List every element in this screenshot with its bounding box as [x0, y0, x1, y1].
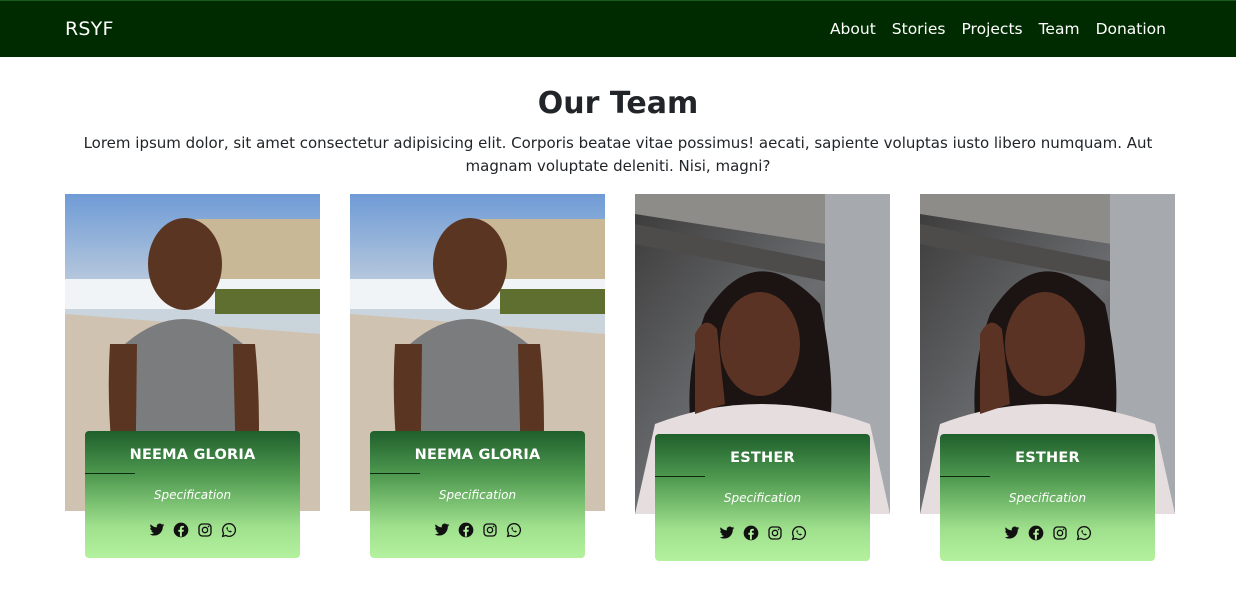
instagram-icon[interactable]: [197, 522, 213, 538]
nav-link-team[interactable]: Team: [1039, 20, 1080, 38]
twitter-icon[interactable]: [719, 525, 735, 541]
member-name: NEEMA GLORIA: [129, 447, 256, 463]
member-name: ESTHER: [1015, 450, 1080, 466]
facebook-icon[interactable]: [458, 522, 474, 538]
whatsapp-icon[interactable]: [221, 522, 237, 538]
social-links: [940, 525, 1155, 541]
divider: [85, 473, 135, 474]
team-member-card: ESTHER Specification: [940, 434, 1155, 561]
nav-link-donation[interactable]: Donation: [1096, 20, 1166, 38]
instagram-icon[interactable]: [767, 525, 783, 541]
member-role: Specification: [723, 491, 802, 505]
facebook-icon[interactable]: [173, 522, 189, 538]
social-links: [85, 522, 300, 538]
member-role: Specification: [438, 488, 517, 502]
social-links: [655, 525, 870, 541]
team-member-card: ESTHER Specification: [655, 434, 870, 561]
nav-link-stories[interactable]: Stories: [892, 20, 946, 38]
team-member-card: NEEMA GLORIA Specification: [85, 431, 300, 558]
facebook-icon[interactable]: [1028, 525, 1044, 541]
twitter-icon[interactable]: [434, 522, 450, 538]
section-title: Our Team: [537, 86, 699, 121]
nav-link-about[interactable]: About: [830, 20, 876, 38]
divider: [370, 473, 420, 474]
section-description: Lorem ipsum dolor, sit amet consectetur …: [83, 134, 1153, 175]
twitter-icon[interactable]: [1004, 525, 1020, 541]
brand-logo[interactable]: RSYF: [65, 18, 114, 40]
team-member-card: NEEMA GLORIA Specification: [370, 431, 585, 558]
whatsapp-icon[interactable]: [791, 525, 807, 541]
nav-links: About Stories Projects Team Donation: [830, 20, 1166, 38]
instagram-icon[interactable]: [482, 522, 498, 538]
divider: [655, 476, 705, 477]
social-links: [370, 522, 585, 538]
top-navbar: RSYF About Stories Projects Team Donatio…: [0, 0, 1236, 57]
whatsapp-icon[interactable]: [506, 522, 522, 538]
nav-link-projects[interactable]: Projects: [961, 20, 1022, 38]
divider: [940, 476, 990, 477]
whatsapp-icon[interactable]: [1076, 525, 1092, 541]
twitter-icon[interactable]: [149, 522, 165, 538]
member-role: Specification: [153, 488, 232, 502]
member-role: Specification: [1008, 491, 1087, 505]
facebook-icon[interactable]: [743, 525, 759, 541]
instagram-icon[interactable]: [1052, 525, 1068, 541]
member-name: NEEMA GLORIA: [414, 447, 541, 463]
member-name: ESTHER: [730, 450, 795, 466]
